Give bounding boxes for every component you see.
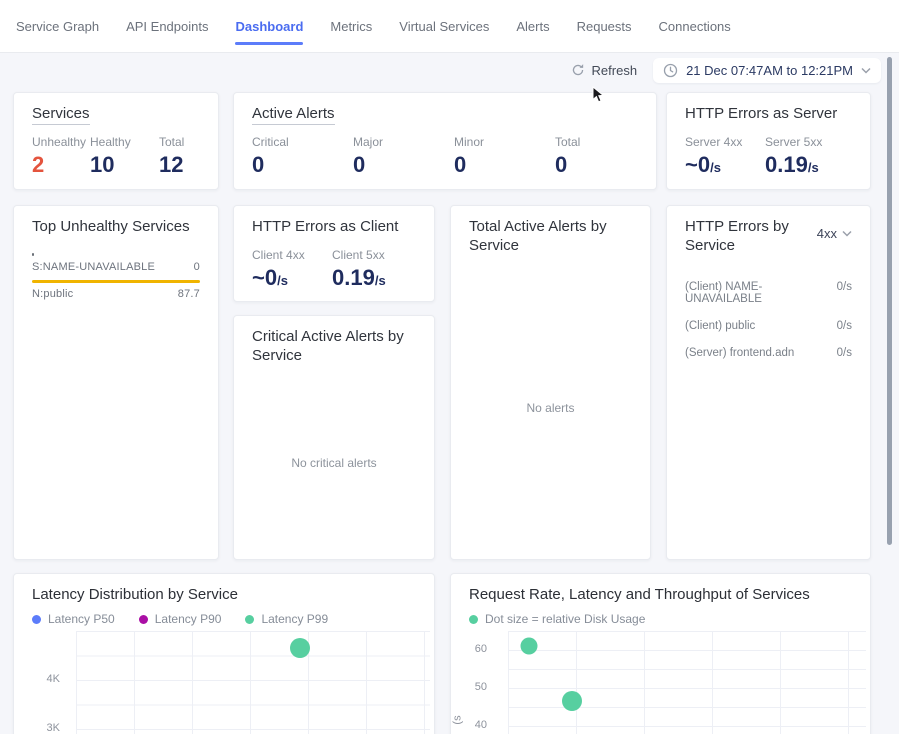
total-alerts-card: Total Active Alerts by Service No alerts — [450, 205, 651, 560]
table-row[interactable]: (Client) public 0/s — [685, 315, 852, 337]
http-errors-client-title: HTTP Errors as Client — [252, 218, 416, 237]
tab-dashboard[interactable]: Dashboard — [235, 19, 303, 34]
time-range-label: 21 Dec 07:47AM to 12:21PM — [686, 63, 853, 78]
empty-state-text: No alerts — [451, 401, 650, 415]
http-errors-rows: (Client) NAME-UNAVAILABLE 0/s (Client) p… — [685, 276, 852, 364]
service-name: S:NAME-UNAVAILABLE — [32, 261, 155, 273]
error-rate-value: 0/s — [837, 281, 852, 305]
http-errors-filter-select[interactable]: 4xx — [817, 226, 852, 241]
legend-dot-icon — [469, 615, 478, 624]
legend-item[interactable]: Latency P90 — [139, 612, 222, 626]
request-rate-card: Request Rate, Latency and Throughput of … — [450, 573, 871, 734]
error-rate-value: 0/s — [837, 320, 852, 332]
tab-connections[interactable]: Connections — [659, 19, 731, 34]
legend-item[interactable]: Dot size = relative Disk Usage — [469, 612, 645, 626]
legend-dot-icon — [139, 615, 148, 624]
scatter-point[interactable] — [290, 638, 310, 658]
http-errors-by-service-title: HTTP Errors by Service — [685, 218, 795, 256]
y-axis-label: (s — [452, 715, 464, 724]
error-service-name: (Client) NAME-UNAVAILABLE — [685, 281, 837, 305]
y-tick-label: 60 — [475, 643, 487, 655]
stat-total: Total 12 — [159, 135, 184, 178]
service-value: 0 — [194, 261, 200, 273]
stat-healthy: Healthy 10 — [90, 135, 159, 178]
y-tick-label: 3K — [47, 722, 60, 734]
http-errors-server-title: HTTP Errors as Server — [685, 105, 852, 124]
chart-plot-area — [508, 631, 866, 734]
legend-label: Latency P90 — [155, 612, 222, 626]
service-bar — [32, 253, 34, 256]
y-tick-label: 40 — [475, 719, 487, 731]
stat-server-4xx: Server 4xx ~0/s — [685, 135, 765, 178]
scatter-point[interactable] — [562, 691, 582, 711]
critical-alerts-card: Critical Active Alerts by Service No cri… — [233, 315, 435, 560]
empty-state-text: No critical alerts — [234, 456, 434, 470]
refresh-icon — [571, 63, 585, 77]
total-alerts-title: Total Active Alerts by Service — [469, 218, 629, 256]
service-bar — [32, 280, 200, 283]
stat-unhealthy: Unhealthy 2 — [32, 135, 90, 178]
error-service-name: (Client) public — [685, 320, 755, 332]
legend-item[interactable]: Latency P50 — [32, 612, 115, 626]
vertical-scrollbar-thumb[interactable] — [887, 57, 892, 545]
tab-service-graph[interactable]: Service Graph — [16, 19, 99, 34]
top-navbar: Service Graph API Endpoints Dashboard Me… — [0, 0, 899, 53]
legend-dot-icon — [32, 615, 41, 624]
stat-client-5xx: Client 5xx 0.19/s — [332, 248, 386, 291]
active-alerts-card: Active Alerts Critical 0 Major 0 Minor 0… — [233, 92, 657, 190]
refresh-label: Refresh — [592, 63, 638, 78]
y-axis-ticks: 4K 3K — [22, 631, 68, 734]
services-card: Services Unhealthy 2 Healthy 10 Total 12 — [13, 92, 219, 190]
http-errors-server-card: HTTP Errors as Server Server 4xx ~0/s Se… — [666, 92, 871, 190]
table-row[interactable]: (Client) NAME-UNAVAILABLE 0/s — [685, 276, 852, 310]
critical-alerts-title: Critical Active Alerts by Service — [252, 328, 412, 366]
chart-title: Latency Distribution by Service — [32, 586, 238, 603]
chart-title: Request Rate, Latency and Throughput of … — [469, 586, 810, 603]
stat-minor: Minor 0 — [454, 135, 555, 178]
stat-major: Major 0 — [353, 135, 454, 178]
error-service-name: (Server) frontend.adn — [685, 347, 794, 359]
stat-client-4xx: Client 4xx ~0/s — [252, 248, 332, 291]
legend-label: Latency P50 — [48, 612, 115, 626]
y-tick-label: 4K — [47, 673, 60, 685]
active-alerts-card-title[interactable]: Active Alerts — [252, 105, 638, 124]
service-name: N:public — [32, 288, 73, 300]
services-card-title[interactable]: Services — [32, 105, 200, 124]
http-errors-client-card: HTTP Errors as Client Client 4xx ~0/s Cl… — [233, 205, 435, 302]
stat-alert-total: Total 0 — [555, 135, 580, 178]
dashboard-toolbar: Refresh 21 Dec 07:47AM to 12:21PM — [0, 53, 881, 87]
service-value: 87.7 — [178, 288, 200, 300]
legend-dot-icon — [245, 615, 254, 624]
top-unhealthy-card: Top Unhealthy Services S:NAME-UNAVAILABL… — [13, 205, 219, 560]
top-unhealthy-title: Top Unhealthy Services — [32, 218, 200, 237]
list-item[interactable]: S:NAME-UNAVAILABLE 0 — [32, 253, 200, 273]
stat-server-5xx: Server 5xx 0.19/s — [765, 135, 822, 178]
chart-plot-area — [76, 631, 430, 734]
chevron-down-icon — [842, 230, 852, 237]
top-unhealthy-list: S:NAME-UNAVAILABLE 0 N:public 87.7 — [32, 253, 200, 300]
stat-critical: Critical 0 — [252, 135, 353, 178]
tab-metrics[interactable]: Metrics — [330, 19, 372, 34]
tab-requests[interactable]: Requests — [577, 19, 632, 34]
latency-distribution-card: Latency Distribution by Service Latency … — [13, 573, 435, 734]
legend-item[interactable]: Latency P99 — [245, 612, 328, 626]
scatter-point[interactable] — [521, 638, 538, 655]
refresh-button[interactable]: Refresh — [571, 63, 638, 78]
time-range-selector[interactable]: 21 Dec 07:47AM to 12:21PM — [653, 58, 881, 83]
clock-icon — [663, 63, 678, 78]
chart-legend: Latency P50 Latency P90 Latency P99 — [32, 612, 328, 626]
chevron-down-icon — [861, 67, 871, 74]
error-rate-value: 0/s — [837, 347, 852, 359]
tab-virtual-services[interactable]: Virtual Services — [399, 19, 489, 34]
tab-alerts[interactable]: Alerts — [516, 19, 549, 34]
tab-api-endpoints[interactable]: API Endpoints — [126, 19, 208, 34]
legend-label: Dot size = relative Disk Usage — [485, 612, 645, 626]
legend-label: Latency P99 — [261, 612, 328, 626]
list-item[interactable]: N:public 87.7 — [32, 280, 200, 300]
y-tick-label: 50 — [475, 681, 487, 693]
table-row[interactable]: (Server) frontend.adn 0/s — [685, 342, 852, 364]
chart-legend: Dot size = relative Disk Usage — [469, 612, 645, 626]
http-errors-by-service-card: HTTP Errors by Service 4xx (Client) NAME… — [666, 205, 871, 560]
